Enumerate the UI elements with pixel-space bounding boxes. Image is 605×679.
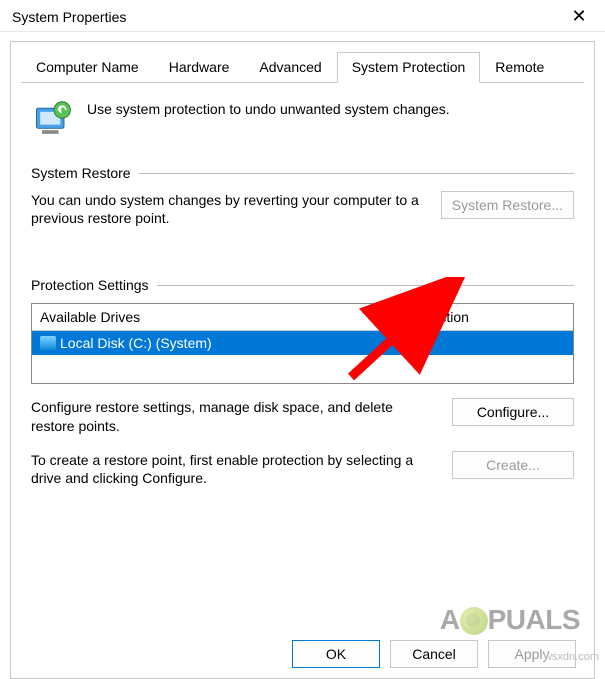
appuals-logo-icon <box>460 607 488 635</box>
intro-text: Use system protection to undo unwanted s… <box>87 99 450 117</box>
tab-strip: Computer Name Hardware Advanced System P… <box>21 52 584 83</box>
tab-content: Use system protection to undo unwanted s… <box>11 83 594 487</box>
window-title: System Properties <box>12 9 126 25</box>
dialog-footer-buttons: OK Cancel Apply <box>292 640 576 668</box>
intro-row: Use system protection to undo unwanted s… <box>31 99 574 143</box>
restore-row: You can undo system changes by reverting… <box>31 191 574 227</box>
col-available-drives: Available Drives <box>32 304 398 330</box>
configure-description: Configure restore settings, manage disk … <box>31 398 434 434</box>
group-system-restore: System Restore <box>31 165 574 181</box>
drive-icon <box>40 336 56 350</box>
table-row[interactable]: Local Disk (C:) (System) Off <box>32 331 573 355</box>
watermark: APUALS <box>440 604 580 636</box>
cancel-button[interactable]: Cancel <box>390 640 478 668</box>
titlebar: System Properties ✕ <box>0 0 605 32</box>
divider <box>139 173 574 174</box>
system-restore-button[interactable]: System Restore... <box>441 191 574 219</box>
create-button[interactable]: Create... <box>452 451 574 479</box>
group-protection-settings: Protection Settings <box>31 277 574 293</box>
create-row: To create a restore point, first enable … <box>31 451 574 487</box>
group-title-restore: System Restore <box>31 165 131 181</box>
drive-protection-value: Off <box>398 331 573 355</box>
create-description: To create a restore point, first enable … <box>31 451 434 487</box>
group-title-protection: Protection Settings <box>31 277 149 293</box>
drive-name: Local Disk (C:) (System) <box>60 335 212 351</box>
drives-list[interactable]: Available Drives Protection Local Disk (… <box>31 303 574 384</box>
configure-row: Configure restore settings, manage disk … <box>31 398 574 434</box>
system-protection-icon <box>31 99 75 143</box>
divider <box>157 285 574 286</box>
drives-header: Available Drives Protection <box>32 304 573 331</box>
col-protection: Protection <box>398 304 573 330</box>
ok-button[interactable]: OK <box>292 640 380 668</box>
tab-remote[interactable]: Remote <box>480 52 559 83</box>
dialog-body: Computer Name Hardware Advanced System P… <box>10 41 595 679</box>
tab-hardware[interactable]: Hardware <box>154 52 245 83</box>
close-icon[interactable]: ✕ <box>561 6 597 27</box>
restore-description: You can undo system changes by reverting… <box>31 191 423 227</box>
tab-advanced[interactable]: Advanced <box>244 52 336 83</box>
configure-button[interactable]: Configure... <box>452 398 574 426</box>
tab-computer-name[interactable]: Computer Name <box>21 52 154 83</box>
list-empty-space <box>32 355 573 383</box>
source-watermark: wsxdn.com <box>544 651 599 663</box>
tab-system-protection[interactable]: System Protection <box>337 52 481 83</box>
